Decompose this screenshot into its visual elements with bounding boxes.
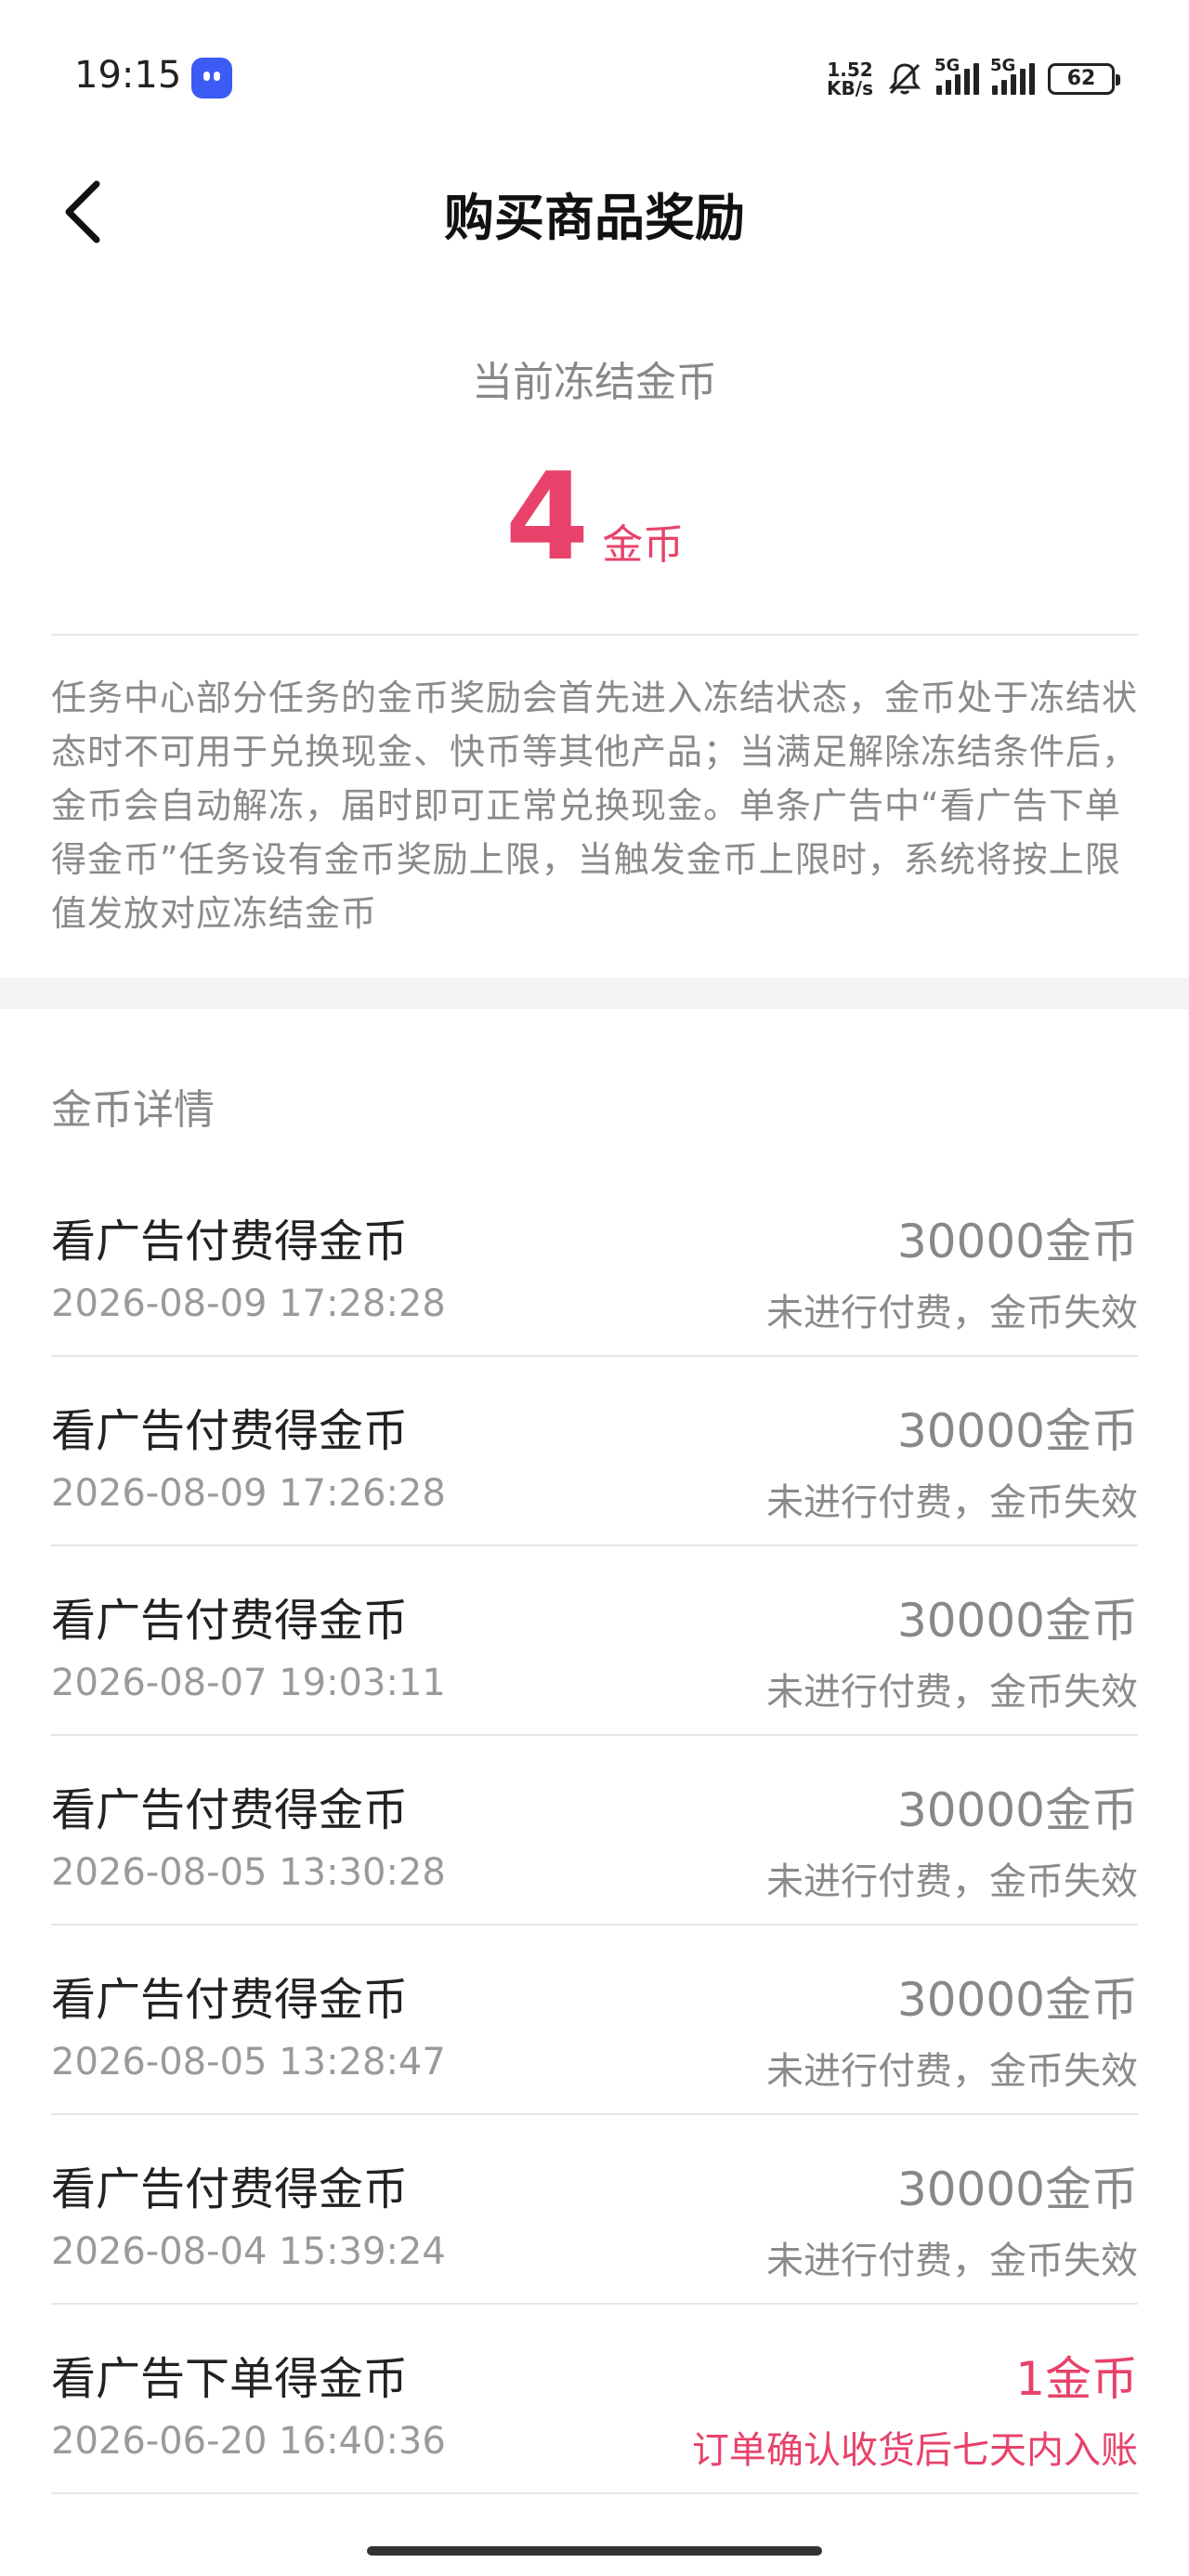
signal-icon: 5G — [990, 56, 1035, 95]
list-item: 看广告付费得金币 2026-08-09 17:26:28 30000金币 未进行… — [51, 1357, 1138, 1546]
item-date: 2026-08-09 17:28:28 — [51, 1282, 446, 1325]
app-notification-icon — [191, 58, 232, 99]
coin-detail-list: 看广告付费得金币 2026-08-09 17:28:28 30000金币 未进行… — [51, 1167, 1138, 2494]
item-name: 看广告付费得金币 — [51, 1784, 409, 1836]
item-name: 看广告付费得金币 — [51, 1974, 409, 2026]
list-item: 看广告付费得金币 2026-08-04 15:39:24 30000金币 未进行… — [51, 2115, 1138, 2305]
list-item: 看广告付费得金币 2026-08-07 19:03:11 30000金币 未进行… — [51, 1546, 1138, 1736]
network-speed: 1.52 KB/s — [827, 60, 873, 98]
item-date: 2026-06-20 16:40:36 — [51, 2420, 446, 2463]
item-status: 未进行付费，金币失效 — [766, 2050, 1138, 2093]
divider — [51, 634, 1138, 636]
section-title: 金币详情 — [51, 1086, 215, 1134]
item-amount: 30000金币 — [896, 1973, 1138, 2027]
list-item: 看广告下单得金币 2026-06-20 16:40:36 1金币 订单确认收货后… — [51, 2305, 1138, 2494]
item-status: 订单确认收货后七天内入账 — [692, 2429, 1138, 2472]
item-date: 2026-08-05 13:28:47 — [51, 2041, 446, 2083]
item-name: 看广告付费得金币 — [51, 1216, 409, 1268]
item-amount: 30000金币 — [896, 1404, 1138, 1458]
item-status: 未进行付费，金币失效 — [766, 1292, 1138, 1334]
nav-bar: 购买商品奖励 — [0, 158, 1189, 260]
network-type-2: 5G — [990, 56, 1016, 75]
item-status: 未进行付费，金币失效 — [766, 1671, 1138, 1714]
home-indicator[interactable] — [367, 2546, 822, 2556]
status-time: 19:15 — [74, 54, 182, 97]
item-amount: 1金币 — [1015, 2352, 1138, 2406]
item-amount: 30000金币 — [896, 1783, 1138, 1837]
battery-icon: 62 — [1048, 63, 1120, 95]
item-status: 未进行付费，金币失效 — [766, 1481, 1138, 1524]
network-speed-value: 1.52 — [827, 59, 873, 81]
signal-icon: 5G — [934, 56, 979, 95]
item-date: 2026-08-09 17:26:28 — [51, 1472, 446, 1515]
list-item: 看广告付费得金币 2026-08-09 17:28:28 30000金币 未进行… — [51, 1167, 1138, 1357]
frozen-coins-amount: 4 — [504, 446, 590, 587]
list-item: 看广告付费得金币 2026-08-05 13:28:47 30000金币 未进行… — [51, 1925, 1138, 2115]
frozen-description: 任务中心部分任务的金币奖励会首先进入冻结状态，金币处于冻结状态时不可用于兑换现金… — [51, 677, 1139, 934]
section-gap — [0, 978, 1189, 1009]
frozen-coins-label: 当前冻结金币 — [472, 359, 717, 406]
item-date: 2026-08-05 13:30:28 — [51, 1851, 446, 1894]
item-status: 未进行付费，金币失效 — [766, 1860, 1138, 1903]
item-name: 看广告付费得金币 — [51, 1405, 409, 1457]
frozen-coins-unit: 金币 — [602, 521, 685, 569]
item-name: 看广告付费得金币 — [51, 1595, 409, 1647]
network-speed-unit: KB/s — [827, 77, 873, 99]
list-item: 看广告付费得金币 2026-08-05 13:30:28 30000金币 未进行… — [51, 1736, 1138, 1925]
item-amount: 30000金币 — [896, 2162, 1138, 2216]
item-date: 2026-08-07 19:03:11 — [51, 1662, 446, 1704]
status-icons: 1.52 KB/s 5G 5G 62 — [827, 56, 1120, 102]
page-title: 购买商品奖励 — [444, 189, 745, 247]
item-amount: 30000金币 — [896, 1215, 1138, 1268]
item-amount: 30000金币 — [896, 1594, 1138, 1648]
item-date: 2026-08-04 15:39:24 — [51, 2230, 446, 2273]
frozen-coins-value: 4 金币 — [0, 446, 1189, 587]
network-type-1: 5G — [934, 56, 960, 75]
item-status: 未进行付费，金币失效 — [766, 2240, 1138, 2282]
item-name: 看广告付费得金币 — [51, 2163, 409, 2215]
item-name: 看广告下单得金币 — [51, 2353, 409, 2405]
muted-bell-icon — [888, 63, 921, 95]
status-bar: 19:15 1.52 KB/s 5G 5G 62 — [0, 0, 1189, 158]
